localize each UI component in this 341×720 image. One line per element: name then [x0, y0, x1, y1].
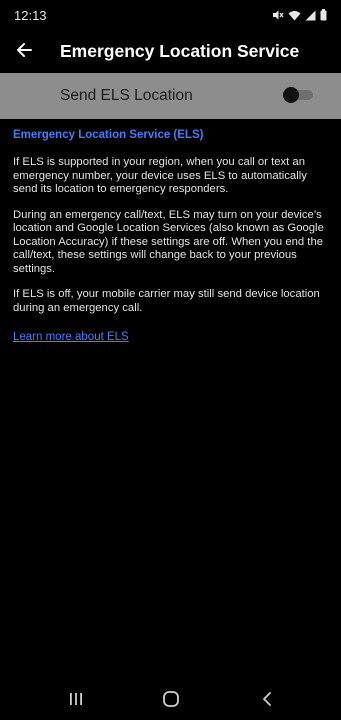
- back-icon: [261, 691, 273, 712]
- wifi-icon: [288, 10, 301, 21]
- status-icons: [272, 9, 327, 21]
- els-description: Emergency Location Service (ELS) If ELS …: [13, 128, 331, 345]
- section-title: Emergency Location Service (ELS): [13, 129, 204, 141]
- home-button[interactable]: [159, 690, 183, 712]
- recents-icon: [68, 692, 84, 711]
- back-nav-button[interactable]: [255, 690, 279, 712]
- switch-thumb: [283, 87, 299, 103]
- mute-icon: [272, 9, 284, 21]
- signal-icon: [305, 10, 316, 21]
- description-paragraph: If ELS is supported in your region, when…: [13, 156, 307, 195]
- status-bar: 12:13: [0, 0, 341, 32]
- send-els-location-row[interactable]: Send ELS Location: [0, 73, 341, 119]
- arrow-left-icon: [16, 42, 32, 63]
- navigation-bar: [0, 680, 341, 720]
- recents-button[interactable]: [64, 690, 88, 712]
- app-bar: Emergency Location Service: [0, 32, 341, 72]
- back-button[interactable]: [10, 38, 38, 66]
- send-els-location-switch[interactable]: [283, 87, 313, 103]
- page-title: Emergency Location Service: [60, 41, 300, 61]
- learn-more-link[interactable]: Learn more about ELS: [13, 331, 129, 343]
- battery-icon: [320, 9, 327, 21]
- description-paragraph: If ELS is off, your mobile carrier may s…: [13, 288, 320, 314]
- home-icon: [162, 690, 180, 713]
- status-time: 12:13: [14, 8, 47, 23]
- send-els-location-label: Send ELS Location: [60, 87, 193, 104]
- description-paragraph: During an emergency call/text, ELS may t…: [13, 208, 324, 275]
